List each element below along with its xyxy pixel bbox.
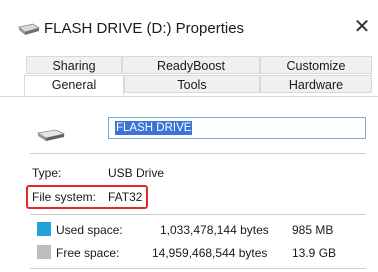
free-space-swatch [37, 245, 51, 259]
usb-drive-icon [18, 23, 40, 35]
free-space-label: Free space: [56, 246, 120, 260]
used-space-bytes: 1,033,478,144 bytes [160, 223, 269, 237]
title-bar: FLASH DRIVE (D:) Properties ✕ [0, 0, 378, 52]
tab-hardware[interactable]: Hardware [260, 75, 372, 93]
used-space-size: 985 MB [292, 223, 334, 237]
separator [30, 214, 366, 215]
file-system-value: FAT32 [108, 190, 143, 204]
window-title: FLASH DRIVE (D:) Properties [44, 20, 245, 37]
tab-sharing[interactable]: Sharing [26, 56, 122, 74]
type-label: Type: [32, 166, 62, 180]
separator [30, 268, 366, 269]
tab-customize[interactable]: Customize [260, 56, 372, 74]
file-system-label: File system: [32, 190, 97, 204]
type-value: USB Drive [108, 166, 165, 180]
drive-icon [37, 129, 65, 141]
close-button[interactable]: ✕ [350, 14, 374, 40]
used-space-swatch [37, 222, 51, 236]
free-space-bytes: 14,959,468,544 bytes [152, 246, 268, 260]
separator [30, 153, 366, 154]
tab-readyboost[interactable]: ReadyBoost [122, 56, 260, 74]
tab-general[interactable]: General [24, 75, 124, 96]
tab-strip: Sharing ReadyBoost Customize General Too… [0, 55, 378, 96]
used-space-label: Used space: [56, 223, 123, 237]
drive-name-text: FLASH DRIVE [115, 121, 193, 135]
free-space-size: 13.9 GB [292, 246, 337, 260]
tab-tools[interactable]: Tools [124, 75, 260, 93]
drive-name-input[interactable]: FLASH DRIVE [108, 117, 366, 139]
